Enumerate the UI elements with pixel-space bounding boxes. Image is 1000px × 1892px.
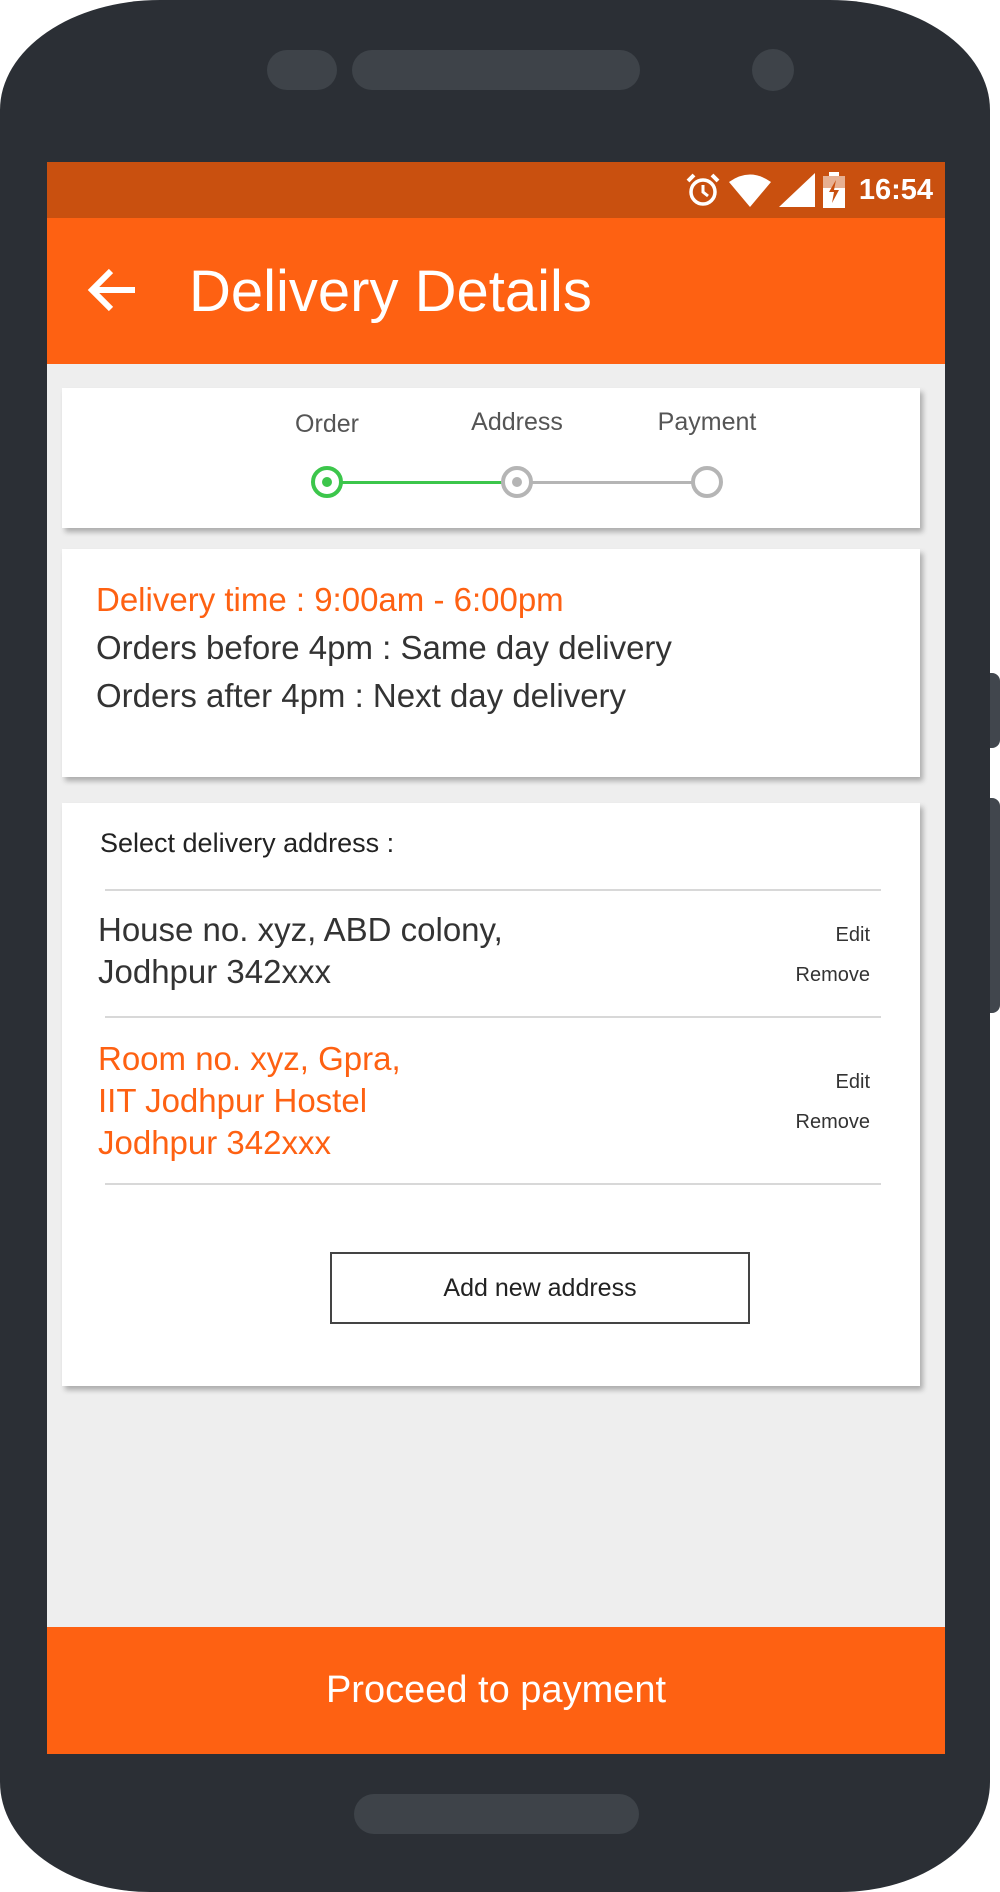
progress-stepper-card: Order Address Payment <box>62 388 920 528</box>
proximity-sensor <box>267 50 337 90</box>
address-text[interactable]: Room no. xyz, Gpra, IIT Jodhpur Hostel J… <box>98 1038 401 1164</box>
edit-address-button[interactable]: Edit <box>836 1071 870 1094</box>
volume-button <box>990 798 1000 1013</box>
step-label-address: Address <box>471 408 563 436</box>
arrow-back-icon[interactable] <box>87 268 137 312</box>
divider <box>105 889 881 891</box>
remove-address-button[interactable]: Remove <box>796 1111 870 1134</box>
address-text[interactable]: House no. xyz, ABD colony, Jodhpur 342xx… <box>98 909 503 993</box>
phone-frame: 16:54 Delivery Details Order Address Pay… <box>0 0 1000 1892</box>
battery-charging-icon <box>822 172 845 208</box>
alarm-icon <box>686 173 720 206</box>
address-card: Select delivery address : House no. xyz,… <box>62 803 920 1386</box>
remove-address-button[interactable]: Remove <box>796 964 870 987</box>
address-section-header: Select delivery address : <box>100 828 395 858</box>
edit-address-button[interactable]: Edit <box>836 924 870 947</box>
step-line-order-address <box>327 481 517 484</box>
step-circle-address[interactable] <box>501 466 533 498</box>
bottom-speaker <box>354 1794 639 1834</box>
front-camera <box>752 49 794 91</box>
step-circle-payment[interactable] <box>691 466 723 498</box>
step-label-payment: Payment <box>657 408 757 436</box>
same-day-delivery-text: Orders before 4pm : Same day delivery <box>96 629 672 666</box>
divider <box>105 1016 881 1018</box>
next-day-delivery-text: Orders after 4pm : Next day delivery <box>96 677 627 714</box>
status-bar: 16:54 <box>47 162 945 218</box>
earpiece-speaker <box>352 50 640 90</box>
step-circle-order[interactable] <box>311 466 343 498</box>
status-time: 16:54 <box>858 173 933 206</box>
proceed-to-payment-button[interactable]: Proceed to payment <box>47 1627 945 1754</box>
delivery-time-text: Delivery time : 9:00am - 6:00pm <box>96 581 564 618</box>
divider <box>105 1183 881 1185</box>
add-new-address-button[interactable]: Add new address <box>330 1252 750 1324</box>
wifi-icon <box>728 174 771 207</box>
cell-signal-icon <box>778 173 815 207</box>
screen: 16:54 Delivery Details Order Address Pay… <box>47 162 945 1754</box>
step-line-address-payment <box>517 481 707 484</box>
delivery-info-card: Delivery time : 9:00am - 6:00pm Orders b… <box>62 549 920 777</box>
power-button <box>990 673 1000 748</box>
step-label-order: Order <box>295 410 359 438</box>
app-bar: Delivery Details <box>47 218 945 364</box>
page-title: Delivery Details <box>189 259 592 324</box>
